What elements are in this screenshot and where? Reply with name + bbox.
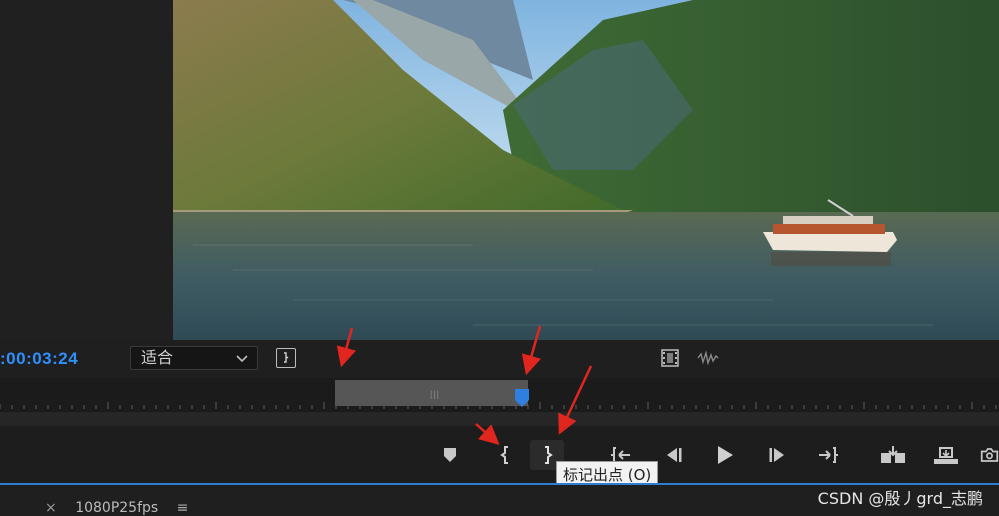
go-to-out-button[interactable] [811, 440, 845, 470]
step-forward-icon [769, 448, 784, 462]
panel-menu-icon[interactable]: ≡ [177, 500, 189, 516]
insert-button[interactable] [876, 440, 910, 470]
play-icon [718, 446, 733, 464]
select-playback-resolution-button[interactable] [276, 348, 296, 368]
sequence-tab[interactable]: × 1080P25fps ≡ [45, 500, 188, 516]
audio-waveform-icon[interactable] [697, 350, 719, 366]
overwrite-icon [934, 447, 958, 464]
zoom-level-select[interactable]: 适合 [130, 346, 258, 370]
play-button[interactable] [708, 440, 742, 470]
step-back-button[interactable] [656, 440, 690, 470]
step-forward-button[interactable] [761, 440, 795, 470]
program-monitor-video [173, 0, 999, 340]
step-back-icon [667, 448, 682, 462]
camera-icon [980, 448, 999, 462]
range-grip-icon: ||| [430, 389, 441, 399]
add-marker-button[interactable] [433, 440, 467, 470]
mark-in-button[interactable] [489, 440, 523, 470]
marker-icon [444, 448, 456, 462]
watermark-text: CSDN @殷丿grd_志鹏 [817, 489, 983, 508]
source-panel [0, 0, 173, 340]
insert-icon [881, 446, 905, 463]
export-frame-button[interactable] [980, 440, 999, 470]
zoom-level-value: 适合 [141, 348, 174, 367]
bracket-icon [284, 352, 289, 363]
chevron-down-icon [236, 355, 248, 363]
mark-in-icon [500, 446, 508, 464]
zoom-scroll-strip[interactable] [0, 412, 999, 426]
overwrite-button[interactable] [929, 440, 963, 470]
close-tab-icon[interactable]: × [45, 500, 57, 516]
playhead-marker[interactable] [514, 389, 530, 409]
go-to-out-icon [819, 447, 838, 463]
film-strip-icon[interactable] [661, 349, 679, 367]
mark-out-icon [545, 446, 553, 464]
sequence-tab-label: 1080P25fps [75, 500, 159, 516]
in-out-range-bar[interactable]: ||| [335, 380, 528, 406]
playhead-timecode[interactable]: :00:03:24 [0, 349, 78, 369]
